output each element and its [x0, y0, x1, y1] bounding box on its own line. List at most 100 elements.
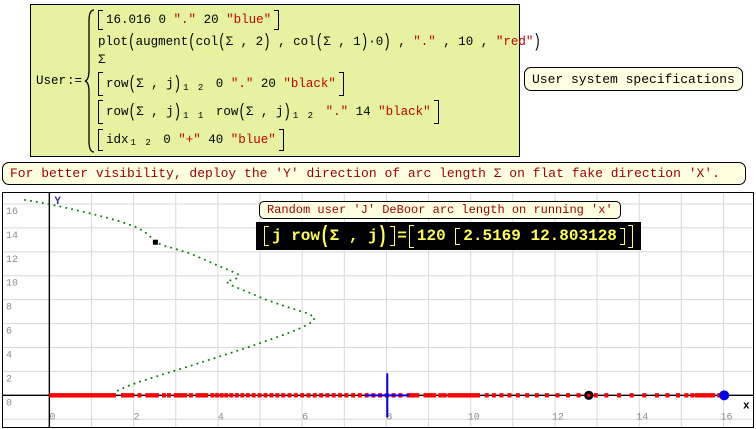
math-token: Σ [98, 53, 106, 67]
user-definition-region[interactable]: User := 16.016 0 "." 20 "blue"plot(augme… [30, 4, 520, 157]
math-token: "." [413, 35, 436, 49]
math-token: 120 [417, 227, 455, 245]
math-token: , [391, 35, 414, 49]
math-token: 1 2 [183, 83, 205, 96]
math-token: , 10 , [436, 35, 496, 49]
math-token [318, 105, 326, 119]
math-token: augment [136, 35, 189, 49]
math-token: ( [218, 31, 226, 51]
math-token: , [271, 35, 294, 49]
blue-plus-marker [365, 373, 409, 417]
math-token: ( [238, 102, 246, 122]
math-token: "." [231, 77, 254, 91]
expression-row[interactable]: plot(augment(col(Σ , 2) , col(Σ , 1)·0) … [98, 35, 541, 49]
svg-text:16: 16 [720, 412, 732, 423]
expression-row[interactable]: Σ [98, 53, 541, 67]
math-token: ) [361, 31, 369, 51]
math-token: ( [128, 31, 136, 51]
svg-text:4: 4 [218, 412, 224, 423]
math-token: "." [174, 13, 197, 27]
math-token: ) [174, 74, 182, 94]
brace-icon [84, 8, 96, 154]
math-token: Σ , j [136, 77, 174, 91]
svg-text:12: 12 [6, 255, 18, 266]
bracket-glyph [455, 228, 460, 245]
math-token: col [293, 35, 316, 49]
svg-text:14: 14 [636, 412, 648, 423]
bracket-glyph [264, 226, 269, 246]
math-token: ·0 [368, 35, 383, 49]
math-token: row [106, 105, 129, 119]
math-token: "red" [496, 35, 534, 49]
svg-text:10: 10 [6, 279, 18, 290]
math-token: Σ , j [246, 105, 284, 119]
svg-text:8: 8 [6, 303, 12, 314]
math-token: j row [272, 227, 320, 245]
math-token: Σ , 2 [226, 35, 264, 49]
svg-text:0: 0 [6, 398, 12, 409]
svg-text:2: 2 [134, 412, 140, 423]
expression-row[interactable]: 16.016 0 "." 20 "blue" [98, 10, 541, 30]
bracket-glyph [628, 225, 633, 248]
math-token: 0 [156, 133, 179, 147]
svg-text:6: 6 [302, 412, 308, 423]
spec-label-text: User system specifications [532, 72, 735, 87]
expression-list: 16.016 0 "." 20 "blue" plot(augment(col(Σ… [98, 5, 541, 156]
y-tick-labels: 0246810121416 [6, 207, 18, 409]
math-token: ) [283, 102, 291, 122]
math-token: 1 2 [131, 138, 153, 151]
math-token: ) [383, 31, 391, 51]
math-token: ( [129, 74, 137, 94]
math-token: ) [378, 223, 388, 249]
math-token: 16.016 0 [106, 13, 174, 27]
math-token: "black" [283, 77, 336, 91]
plot-title-label[interactable]: Random user 'J' DeBoor arc length on run… [259, 201, 621, 219]
expression-row[interactable]: row(Σ , j)1 2 0 "." 20 "black" [98, 72, 541, 96]
bracket-glyph [98, 72, 103, 96]
math-token: row [106, 77, 129, 91]
bracket-glyph [339, 72, 344, 96]
math-token: 2.5169 12.803128 [463, 227, 617, 245]
bracket-glyph [279, 129, 284, 151]
bracket-glyph [434, 100, 439, 124]
math-token: 1 1 [183, 111, 205, 124]
math-token: 1 2 [293, 111, 315, 124]
svg-text:12: 12 [552, 412, 564, 423]
math-token: 40 [201, 133, 231, 147]
blue-endpoint-marker [719, 390, 729, 400]
plot-title-text: Random user 'J' DeBoor arc length on run… [267, 203, 613, 217]
math-token: 14 [348, 105, 378, 119]
svg-text:16: 16 [6, 207, 18, 218]
expression-row[interactable]: row(Σ , j)1 1 row(Σ , j)1 2 "." 14 "blac… [98, 100, 541, 124]
math-token: 0 [208, 77, 231, 91]
expression-row[interactable]: idx1 2 0 "+" 40 "blue" [98, 129, 541, 151]
bracket-glyph [98, 10, 103, 30]
black-square-curve-marker [153, 240, 158, 245]
math-token: "blue" [226, 13, 271, 27]
math-token: ( [129, 102, 137, 122]
plot-region[interactable]: 02468101214160246810121416Yx Random user… [2, 192, 754, 428]
bracket-glyph [620, 228, 625, 245]
math-token: "+" [178, 133, 201, 147]
svg-text:6: 6 [6, 327, 12, 338]
result-readout[interactable]: j row(Σ , j)=120 2.5169 12.803128 [256, 222, 641, 250]
x-axis-title: x [743, 400, 750, 412]
svg-text:10: 10 [468, 412, 480, 423]
math-token: ( [320, 223, 330, 249]
banner-note-text: For better visibility, deploy the 'Y' di… [10, 166, 720, 181]
math-token: 20 [196, 13, 226, 27]
bracket-glyph [390, 226, 395, 246]
svg-text:0: 0 [49, 412, 55, 423]
math-token: ) [533, 31, 541, 51]
bracket-glyph [98, 129, 103, 151]
math-token: ) [263, 31, 271, 51]
banner-note[interactable]: For better visibility, deploy the 'Y' di… [2, 162, 746, 185]
math-token: col [196, 35, 219, 49]
bracket-glyph [409, 225, 414, 248]
math-token: "blue" [231, 133, 276, 147]
math-token: Σ , 1 [323, 35, 361, 49]
spec-label[interactable]: User system specifications [524, 67, 743, 91]
math-token: "." [326, 105, 349, 119]
math-token: 20 [253, 77, 283, 91]
black-axis-dot-marker [584, 391, 593, 400]
